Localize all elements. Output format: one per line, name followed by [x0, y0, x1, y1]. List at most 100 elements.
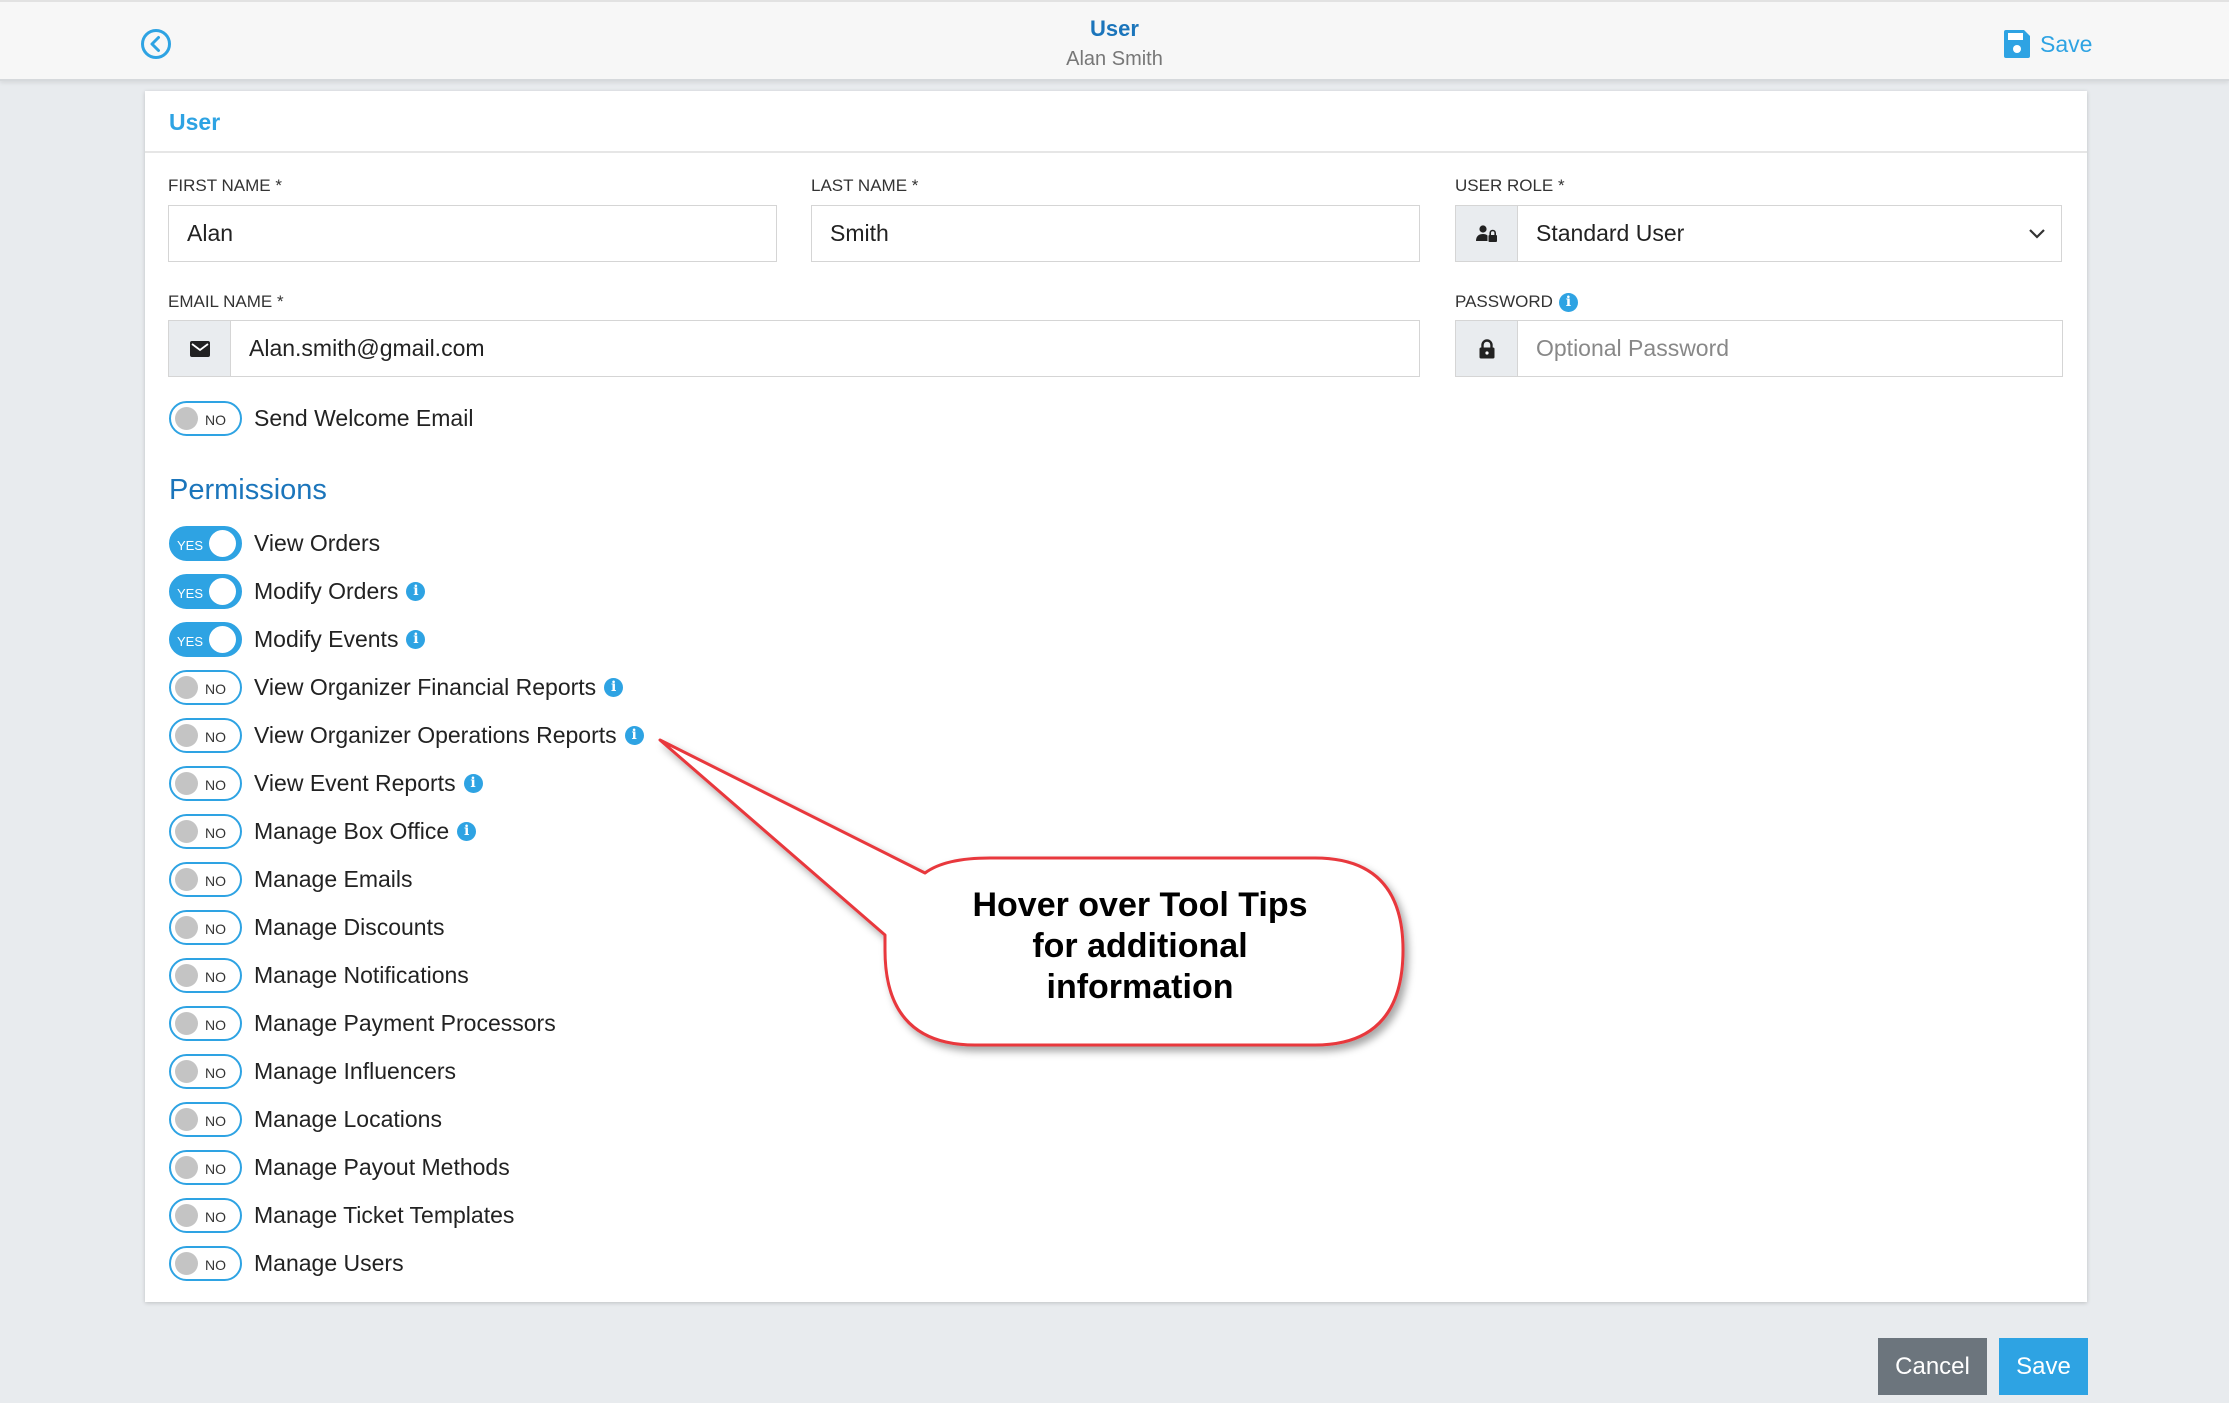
permission-label-text: Manage Influencers: [254, 1057, 457, 1084]
permission-toggle[interactable]: YES: [169, 573, 242, 609]
info-icon[interactable]: i: [457, 821, 477, 841]
toggle-state: NO: [205, 728, 226, 745]
envelope-icon: [189, 340, 210, 357]
last-name-input[interactable]: Smith: [811, 205, 1420, 262]
chevron-down-icon: [2013, 228, 2061, 240]
toggle-knob: [175, 771, 198, 795]
permission-label: Manage Discounts: [254, 914, 445, 941]
toggle-knob: [175, 915, 198, 939]
info-icon[interactable]: i: [406, 629, 426, 649]
password-input[interactable]: Optional Password: [1455, 320, 2063, 377]
permission-row: YES Modify Orders i: [169, 573, 426, 609]
permission-row: NO Manage Payment Processors: [169, 1005, 556, 1041]
last-name-label-text: LAST NAME *: [811, 176, 919, 195]
info-icon[interactable]: i: [604, 677, 624, 697]
permission-toggle[interactable]: NO: [169, 1101, 242, 1137]
floppy-disk-icon: [2004, 30, 2030, 58]
first-name-input[interactable]: Alan: [168, 205, 777, 262]
permission-toggle[interactable]: NO: [169, 717, 242, 753]
permission-row: NO Manage Ticket Templates: [169, 1197, 514, 1233]
permission-toggle[interactable]: NO: [169, 1149, 242, 1185]
permission-row: NO Manage Locations: [169, 1101, 442, 1137]
permission-toggle[interactable]: NO: [169, 909, 242, 945]
permission-label: Manage Locations: [254, 1106, 442, 1133]
password-info-icon[interactable]: i: [1558, 292, 1578, 312]
email-label-text: EMAIL NAME *: [168, 292, 284, 311]
toggle-state: YES: [177, 585, 204, 601]
email-addon: [169, 321, 231, 376]
permission-label: Manage Payment Processors: [254, 1010, 556, 1037]
toggle-knob: [175, 1155, 198, 1179]
password-addon: [1456, 321, 1518, 376]
toggle-knob: [175, 819, 198, 843]
toggle-knob: [175, 867, 198, 891]
password-placeholder: Optional Password: [1536, 335, 1730, 361]
email-input[interactable]: Alan.smith@gmail.com: [168, 320, 1420, 377]
card-title: User: [169, 109, 221, 135]
toggle-knob: [209, 625, 236, 653]
permission-toggle[interactable]: NO: [169, 1005, 242, 1041]
permission-label: View Organizer Operations Reports i: [254, 722, 644, 749]
header-save-label: Save: [2040, 30, 2093, 57]
permission-label: Manage Influencers: [254, 1058, 456, 1085]
permission-row: NO View Organizer Financial Reports i: [169, 669, 624, 705]
first-name-label: FIRST NAME *: [168, 176, 282, 196]
toggle-state: NO: [205, 776, 226, 793]
permission-toggle[interactable]: NO: [169, 1197, 242, 1233]
toggle-knob: [175, 1251, 198, 1275]
toggle-state: YES: [177, 537, 204, 553]
toggle-knob: [175, 1059, 198, 1083]
permission-toggle[interactable]: NO: [169, 669, 242, 705]
save-button[interactable]: Save: [1999, 1338, 2088, 1395]
permission-label-text: Modify Events: [254, 625, 399, 652]
user-role-addon: [1456, 206, 1518, 261]
permission-row: YES Modify Events i: [169, 621, 426, 657]
callout-line-2: for additional: [1032, 927, 1248, 965]
permission-label-text: View Organizer Operations Reports: [254, 721, 617, 748]
permission-label: View Organizer Financial Reports i: [254, 673, 624, 701]
permission-toggle[interactable]: YES: [169, 621, 242, 657]
info-icon[interactable]: i: [463, 773, 483, 793]
last-name-label: LAST NAME *: [811, 176, 918, 196]
welcome-email-toggle[interactable]: NO: [169, 400, 242, 436]
permission-toggle[interactable]: NO: [169, 1245, 242, 1281]
permissions-heading: Permissions: [169, 474, 327, 506]
first-name-value: Alan: [187, 220, 234, 246]
toggle-state: NO: [205, 968, 226, 985]
toggle-state: NO: [205, 872, 226, 889]
permission-label: Manage Notifications: [254, 962, 469, 989]
toggle-knob: [175, 406, 198, 430]
permission-toggle[interactable]: NO: [169, 861, 242, 897]
permission-toggle[interactable]: YES: [169, 525, 242, 561]
toggle-state: NO: [205, 824, 226, 841]
toggle-knob: [175, 963, 198, 987]
header-save-button[interactable]: Save: [2004, 28, 2092, 60]
card-header: User: [145, 91, 2087, 153]
permission-label-text: Modify Orders: [254, 577, 399, 604]
toggle-knob: [175, 1203, 198, 1227]
cancel-button[interactable]: Cancel: [1878, 1338, 1987, 1395]
toggle-knob: [175, 723, 198, 747]
toggle-knob: [175, 1011, 198, 1035]
user-role-label-text: USER ROLE *: [1455, 176, 1565, 195]
permission-label: Modify Events i: [254, 625, 426, 653]
callout-line-1: Hover over Tool Tips: [972, 886, 1308, 924]
permission-label-text: View Event Reports: [254, 769, 456, 796]
email-value: Alan.smith@gmail.com: [249, 335, 485, 361]
permission-toggle[interactable]: NO: [169, 813, 242, 849]
toggle-state: NO: [205, 411, 226, 428]
toggle-knob: [209, 577, 236, 605]
permission-toggle[interactable]: NO: [169, 765, 242, 801]
permission-toggle[interactable]: NO: [169, 957, 242, 993]
first-name-label-text: FIRST NAME *: [168, 176, 282, 195]
toggle-state: NO: [205, 680, 226, 697]
permission-label-text: View Orders: [254, 529, 381, 556]
info-icon[interactable]: i: [624, 725, 644, 745]
permission-label-text: Manage Users: [254, 1249, 404, 1276]
user-role-select[interactable]: Standard User: [1455, 205, 2062, 262]
permission-label-text: View Organizer Financial Reports: [254, 673, 597, 700]
toggle-knob: [209, 529, 236, 557]
toggle-knob: [175, 1107, 198, 1131]
permission-toggle[interactable]: NO: [169, 1053, 242, 1089]
info-icon[interactable]: i: [406, 581, 426, 601]
